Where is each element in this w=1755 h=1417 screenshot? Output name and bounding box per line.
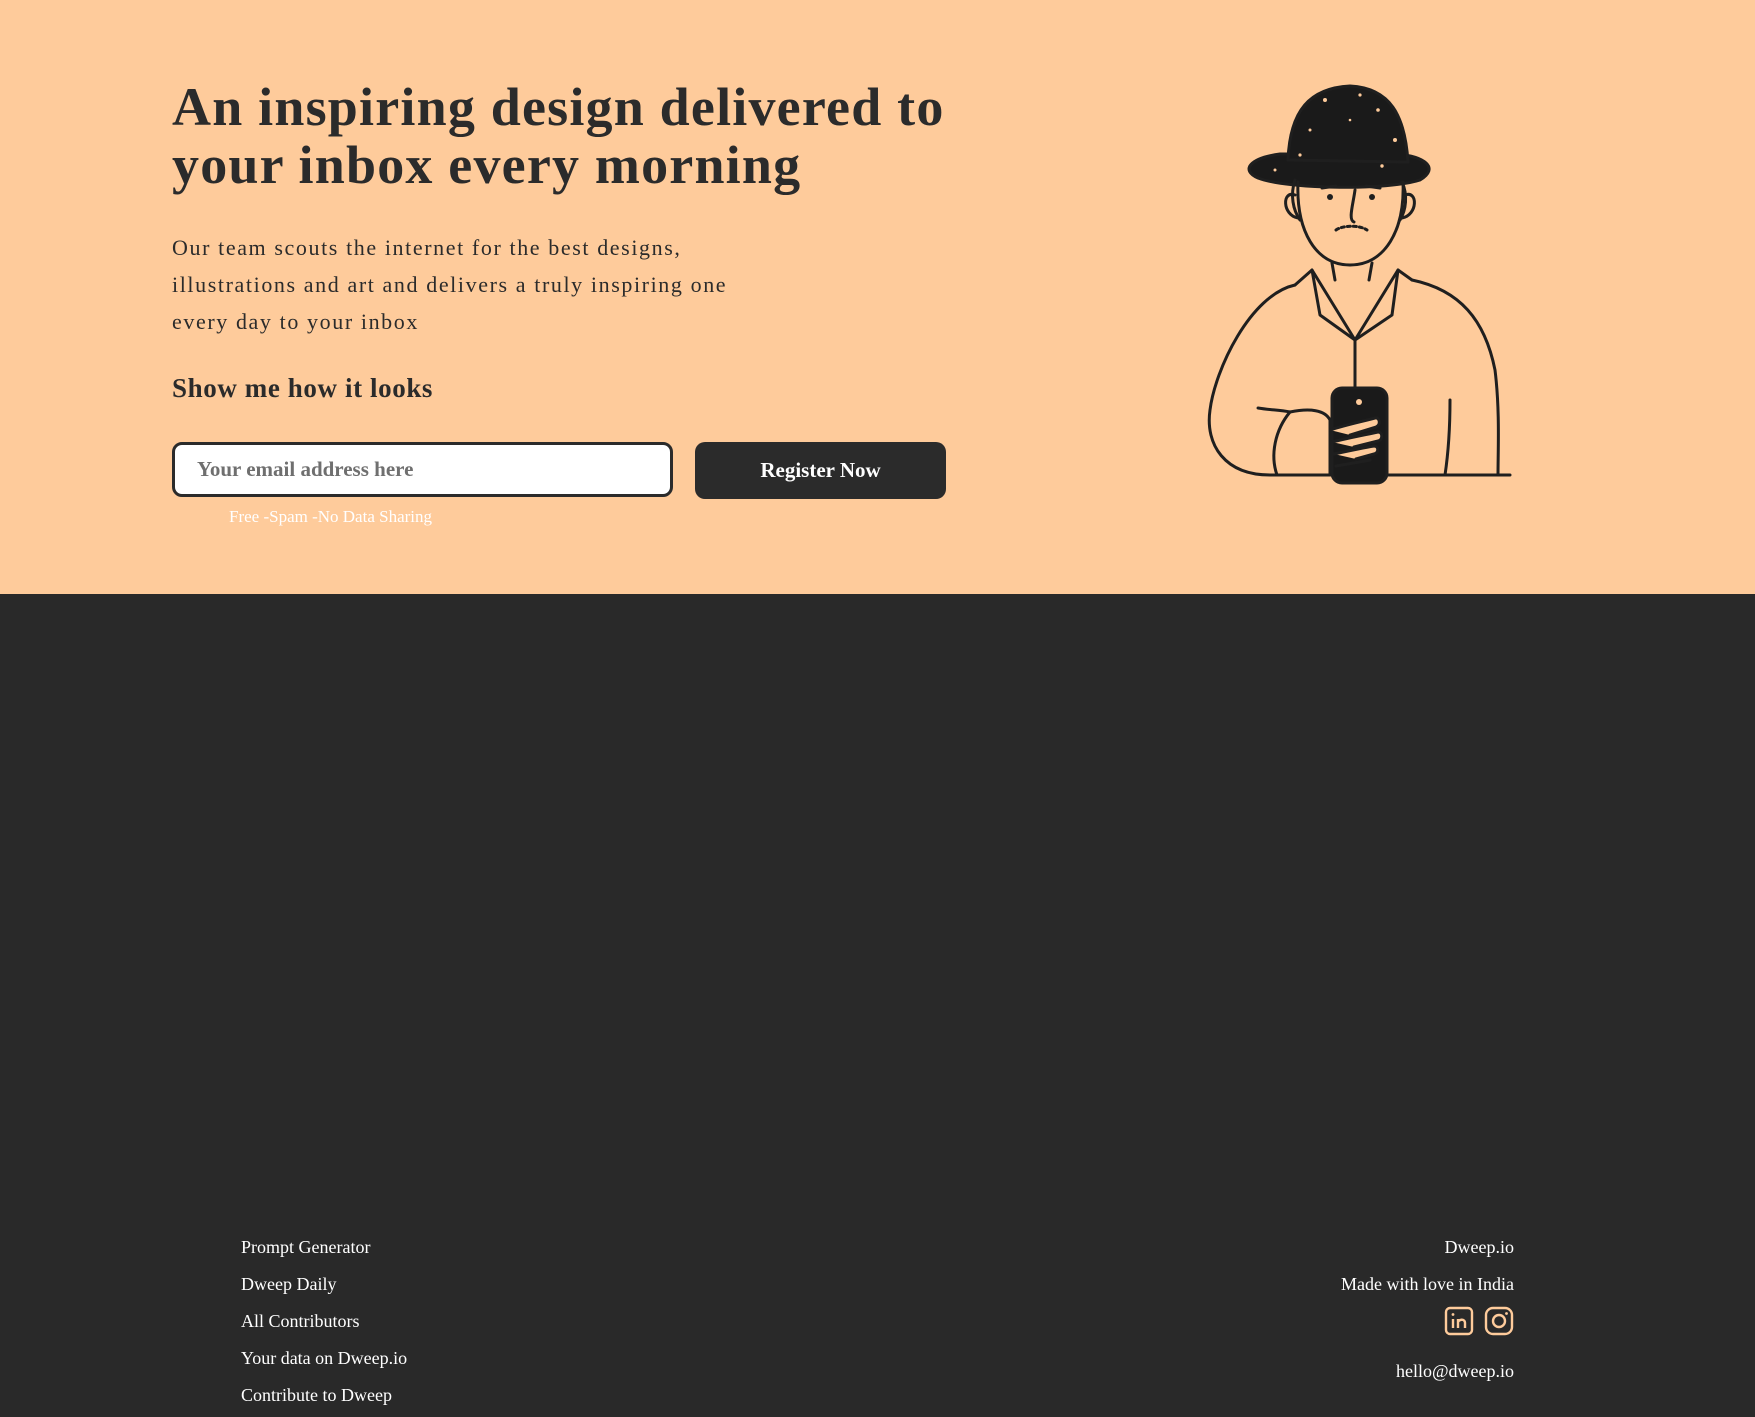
footer-tagline: Made with love in India [1341, 1274, 1514, 1294]
footer-brand[interactable]: Dweep.io [1341, 1232, 1514, 1269]
no-spam-note: Free -Spam -No Data Sharing [229, 507, 433, 526]
site-footer: Prompt Generator Dweep Daily All Contrib… [0, 594, 1755, 1405]
hero-headline: An inspiring design delivered to your in… [172, 77, 945, 195]
contact-email[interactable]: hello@dweep.io [1341, 1356, 1514, 1386]
footer-link-contribute[interactable]: Contribute to Dweep [241, 1380, 407, 1417]
man-with-hat-illustration [1207, 84, 1512, 485]
footer-link-all-contributors[interactable]: All Contributors [241, 1306, 407, 1343]
hero-subtext: Our team scouts the internet for the bes… [172, 235, 728, 334]
footer-link-your-data[interactable]: Your data on Dweep.io [241, 1343, 407, 1380]
social-links [1341, 1306, 1514, 1356]
show-me-heading: Show me how it looks [172, 373, 434, 403]
footer-link-prompt-generator[interactable]: Prompt Generator [241, 1232, 407, 1269]
instagram-icon[interactable] [1484, 1306, 1514, 1336]
linkedin-icon[interactable] [1444, 1306, 1474, 1336]
footer-links: Prompt Generator Dweep Daily All Contrib… [241, 1232, 407, 1417]
hero-section: An inspiring design delivered to your in… [0, 0, 1755, 594]
footer-link-dweep-daily[interactable]: Dweep Daily [241, 1269, 407, 1306]
register-now-button[interactable]: Register Now [695, 442, 946, 499]
footer-right: Dweep.io Made with love in India hello@d… [1341, 1232, 1514, 1386]
email-input[interactable] [172, 442, 673, 497]
